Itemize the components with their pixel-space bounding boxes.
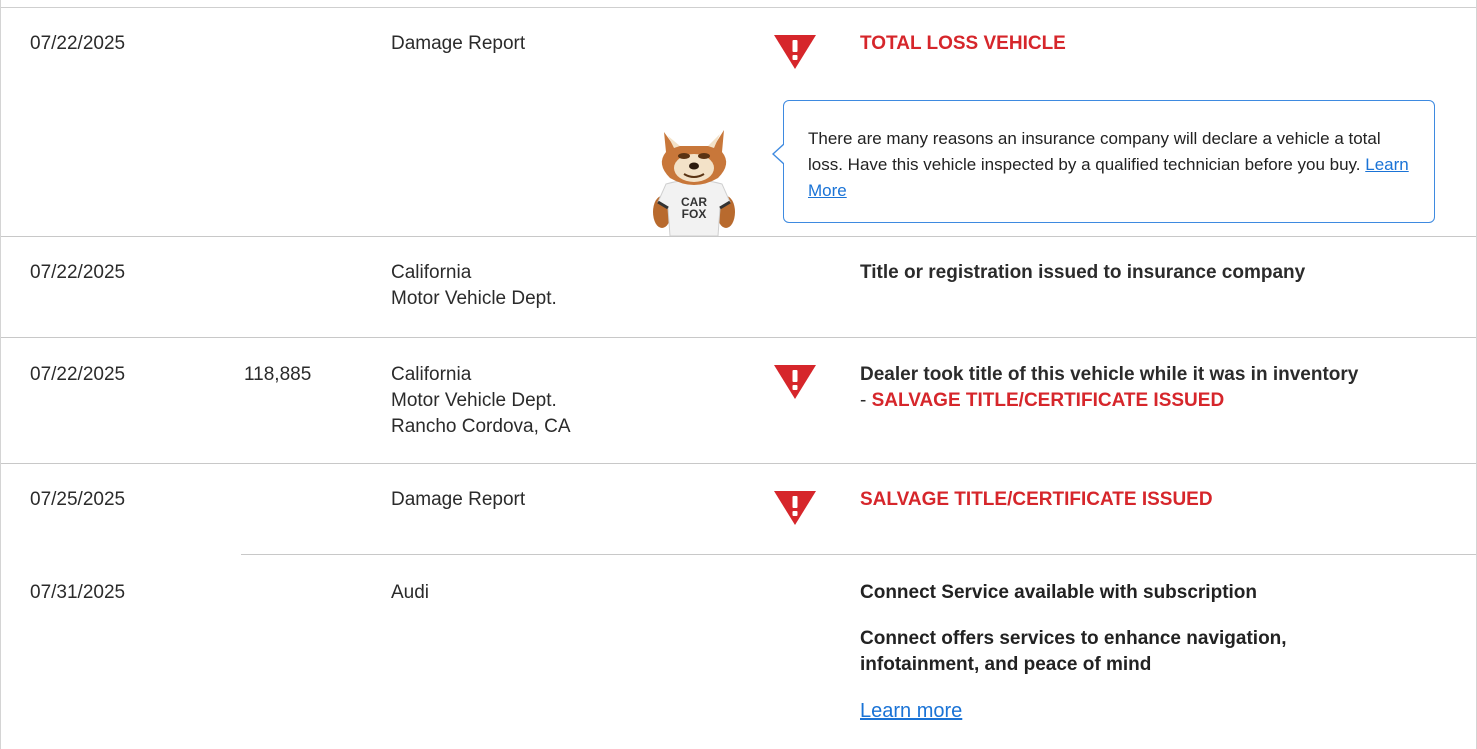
row-comment: TOTAL LOSS VEHICLE	[860, 33, 1066, 54]
connect-service-comment: Connect Service available with subscript…	[860, 580, 1287, 725]
row-source-line: Damage Report	[391, 33, 526, 54]
row-source-line: Damage Report	[391, 489, 526, 510]
row-source-line: California	[391, 364, 472, 385]
row-comment: Connect Service available with subscript…	[860, 582, 1258, 603]
mascot-shirt-text-2: FOX	[682, 207, 707, 221]
connect-learn-more-link[interactable]: Learn more	[860, 700, 962, 722]
row-source-line: Audi	[391, 582, 430, 603]
row-date: 07/22/2025	[30, 33, 126, 54]
row-source-line: Motor Vehicle Dept.	[391, 390, 557, 411]
row-comment-prefix: -	[860, 390, 872, 411]
tooltip-arrow-fill	[774, 144, 785, 164]
alert-triangle-icon	[774, 491, 816, 525]
row-divider	[1, 463, 1476, 464]
row-odometer: 118,885	[244, 364, 312, 385]
row-divider	[1, 337, 1476, 338]
row-source-line: California	[391, 262, 472, 283]
row-date: 07/22/2025	[30, 262, 126, 283]
row-source: Damage Report	[391, 31, 525, 57]
row-date: 07/31/2025	[30, 582, 126, 603]
row-source: California Motor Vehicle Dept.	[391, 260, 557, 312]
connect-detail-line: Connect offers services to enhance navig…	[860, 628, 1287, 649]
row-date: 07/22/2025	[30, 364, 126, 385]
row-comment: Dealer took title of this vehicle while …	[860, 362, 1358, 414]
connect-detail-line: infotainment, and peace of mind	[860, 654, 1152, 675]
tooltip-text: There are many reasons an insurance comp…	[808, 129, 1381, 174]
alert-triangle-icon	[774, 365, 816, 399]
row-source-line: Motor Vehicle Dept.	[391, 288, 557, 309]
row-comment-alert: SALVAGE TITLE/CERTIFICATE ISSUED	[871, 390, 1225, 411]
vehicle-history-table: 07/22/2025 Damage Report TOTAL LOSS VEHI…	[0, 0, 1477, 749]
row-date: 07/25/2025	[30, 489, 126, 510]
row-source: Audi	[391, 580, 429, 606]
row-comment: SALVAGE TITLE/CERTIFICATE ISSUED	[860, 489, 1213, 510]
row-source: Damage Report	[391, 487, 525, 513]
carfox-mascot-image: CAR FOX	[653, 130, 735, 236]
total-loss-tooltip: There are many reasons an insurance comp…	[772, 100, 1435, 223]
alert-triangle-icon	[774, 35, 816, 69]
row-comment-text: Dealer took title of this vehicle while …	[860, 364, 1359, 385]
row-source: California Motor Vehicle Dept. Rancho Co…	[391, 362, 571, 440]
table-top-divider	[1, 7, 1476, 8]
row-divider	[241, 554, 1476, 555]
row-comment: Title or registration issued to insuranc…	[860, 262, 1306, 283]
row-divider	[1, 236, 1476, 237]
row-source-line: Rancho Cordova, CA	[391, 416, 571, 437]
